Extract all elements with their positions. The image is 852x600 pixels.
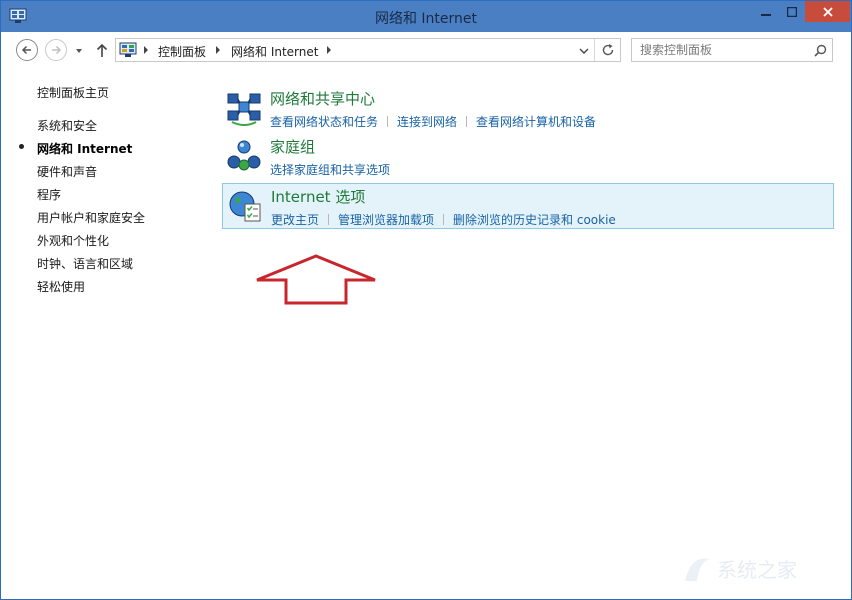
minimize-icon — [761, 13, 771, 16]
breadcrumb-network-internet[interactable]: 网络和 Internet — [231, 43, 318, 60]
category-title-homegroup[interactable]: 家庭组 — [270, 136, 315, 157]
breadcrumb-separator-icon[interactable] — [215, 45, 221, 55]
link-connect-to-network[interactable]: 连接到网络 — [397, 115, 457, 129]
breadcrumb-separator-icon[interactable] — [326, 45, 332, 55]
search-input[interactable] — [632, 39, 808, 61]
category-homegroup: 家庭组 选择家庭组和共享选项 — [222, 134, 834, 180]
breadcrumb-separator-icon[interactable] — [143, 45, 149, 55]
refresh-icon — [602, 44, 614, 56]
category-title-internet-options[interactable]: Internet 选项 — [271, 186, 365, 207]
recent-locations-dropdown-icon[interactable] — [74, 46, 84, 56]
category-internet-options[interactable]: Internet 选项 更改主页 管理浏览器加载项 删除浏览的历史记录和 cooki… — [222, 183, 834, 229]
window-title: 网络和 Internet — [374, 11, 478, 27]
address-bar[interactable]: 控制面板 网络和 Internet — [115, 38, 621, 62]
homegroup-icon[interactable] — [226, 138, 262, 174]
sidebar-item-ease-of-access[interactable]: 轻松使用 — [37, 278, 85, 295]
sidebar-item-control-panel-home[interactable]: 控制面板主页 — [37, 84, 109, 101]
close-icon — [822, 6, 833, 17]
forward-arrow-icon — [52, 45, 62, 55]
sidebar-item-programs[interactable]: 程序 — [37, 186, 61, 203]
link-divider — [387, 116, 389, 127]
network-sharing-center-icon[interactable] — [226, 90, 262, 126]
link-manage-browser-addons[interactable]: 管理浏览器加载项 — [338, 213, 434, 227]
close-button[interactable] — [805, 1, 850, 22]
link-divider — [443, 214, 445, 225]
search-icon[interactable] — [814, 44, 827, 57]
search-box[interactable] — [631, 38, 833, 62]
control-panel-window: 网络和 Internet 控制面板 网络和 Internet 搜索控制面板 控制… — [0, 0, 852, 600]
sidebar-item-appearance[interactable]: 外观和个性化 — [37, 232, 109, 249]
title-bar[interactable]: 网络和 Internet — [1, 1, 851, 32]
sidebar-item-system-security[interactable]: 系统和安全 — [37, 117, 97, 134]
category-links: 更改主页 管理浏览器加载项 删除浏览的历史记录和 cookie — [271, 209, 616, 227]
back-arrow-icon — [21, 45, 31, 55]
address-history-dropdown-icon[interactable] — [578, 46, 590, 56]
breadcrumb-control-panel[interactable]: 控制面板 — [158, 43, 206, 60]
up-arrow-icon[interactable] — [95, 42, 109, 58]
sidebar-item-user-accounts[interactable]: 用户帐户和家庭安全 — [37, 209, 145, 226]
navigation-bar: 控制面板 网络和 Internet — [1, 32, 851, 66]
svg-text:系统之家: 系统之家 — [717, 558, 797, 582]
refresh-button[interactable] — [594, 39, 620, 61]
category-links: 选择家庭组和共享选项 — [270, 159, 390, 177]
annotation-up-arrow-icon — [256, 254, 376, 305]
sidebar-item-network-internet[interactable]: 网络和 Internet — [37, 140, 132, 157]
category-network-sharing-center: 网络和共享中心 查看网络状态和任务 连接到网络 查看网络计算机和设备 — [222, 86, 834, 132]
link-delete-browsing-history[interactable]: 删除浏览的历史记录和 cookie — [453, 213, 616, 227]
maximize-button[interactable] — [779, 1, 805, 22]
control-panel-icon — [119, 42, 137, 57]
link-divider — [466, 116, 468, 127]
link-view-network-status[interactable]: 查看网络状态和任务 — [270, 115, 378, 129]
sidebar-item-hardware-sound[interactable]: 硬件和声音 — [37, 163, 97, 180]
watermark-logo: 系统之家 — [685, 558, 797, 582]
main-content: 网络和共享中心 查看网络状态和任务 连接到网络 查看网络计算机和设备 家庭组 选择家… — [216, 66, 836, 586]
link-change-homepage[interactable]: 更改主页 — [271, 213, 319, 227]
link-view-network-computers[interactable]: 查看网络计算机和设备 — [476, 115, 596, 129]
minimize-button[interactable] — [753, 1, 779, 22]
forward-button[interactable] — [45, 39, 67, 61]
link-divider — [328, 214, 330, 225]
back-button[interactable] — [16, 39, 38, 61]
category-links: 查看网络状态和任务 连接到网络 查看网络计算机和设备 — [270, 111, 596, 129]
current-item-bullet — [19, 144, 24, 149]
sidebar-item-clock-language-region[interactable]: 时钟、语言和区域 — [37, 255, 133, 272]
category-title-network-sharing-center[interactable]: 网络和共享中心 — [270, 88, 375, 109]
maximize-icon — [787, 6, 797, 17]
internet-options-icon — [229, 191, 261, 222]
left-navigation-pane: 控制面板主页 系统和安全 网络和 Internet 硬件和声音 程序 用户帐户和… — [1, 66, 216, 586]
link-choose-homegroup-options[interactable]: 选择家庭组和共享选项 — [270, 163, 390, 177]
